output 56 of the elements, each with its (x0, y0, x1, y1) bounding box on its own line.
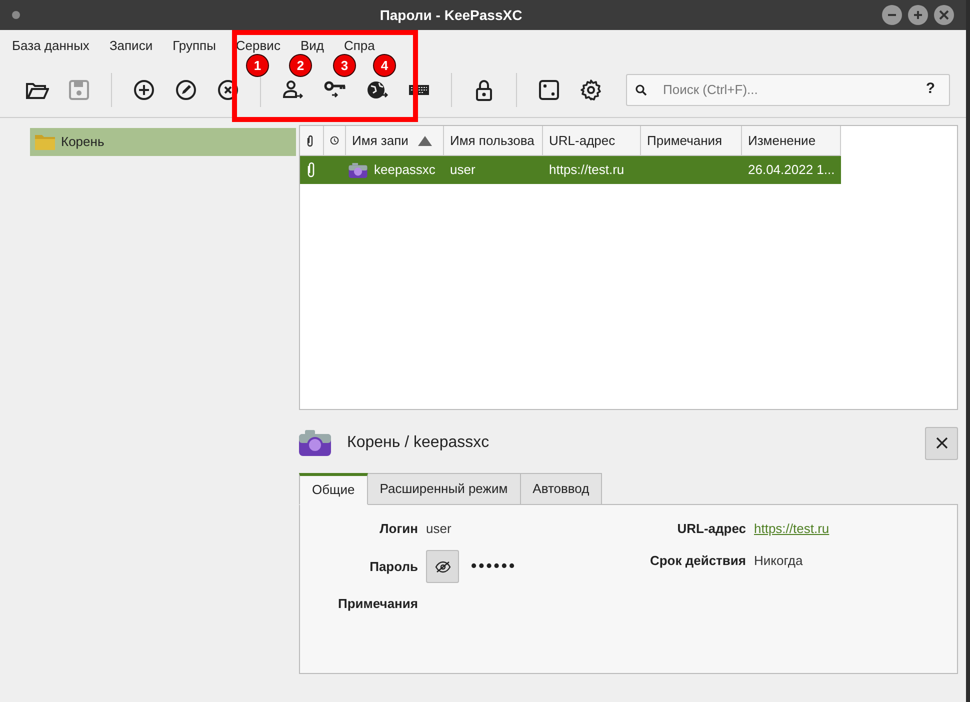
menu-item[interactable]: Спра (344, 35, 375, 57)
field-label: URL-адрес (676, 520, 746, 538)
column-header[interactable]: Изменение (742, 126, 841, 156)
minimize-icon (887, 14, 897, 16)
camera-icon (348, 162, 368, 178)
number-badge: 2 (289, 54, 312, 77)
menu-item[interactable]: База данных (12, 35, 90, 57)
menu-item[interactable]: Записи (109, 35, 153, 57)
search-field[interactable]: Поиск (Ctrl+F)... ? (626, 74, 950, 106)
table-row[interactable]: keepassxc user https://test.ru 26.04.2022 1... (300, 156, 841, 184)
column-header[interactable] (300, 126, 324, 156)
menu-item[interactable]: Вид (300, 35, 324, 57)
clock-icon (330, 135, 339, 146)
menu-item[interactable]: Группы (172, 35, 216, 57)
help-button[interactable]: ? (926, 78, 941, 101)
eye-slash-icon (434, 560, 450, 572)
plus-icon (914, 11, 922, 19)
password-value: •••••• (471, 556, 517, 576)
window-menu-icon[interactable] (12, 11, 20, 19)
field-value: user (426, 520, 452, 538)
maximize-button[interactable] (908, 5, 928, 25)
column-header[interactable]: Примечания (641, 126, 742, 156)
group-item[interactable]: Корень (30, 128, 296, 156)
number-badge: 1 (246, 54, 269, 77)
field-label: Логин (378, 520, 418, 538)
url-link[interactable]: https://test.ru (754, 519, 830, 539)
window-title: Пароли - KeePassXC (380, 6, 522, 25)
search-icon (635, 84, 647, 96)
table-cell-text: 26.04.2022 1... (748, 161, 835, 180)
number-badge: 3 (333, 54, 356, 77)
paperclip-icon (306, 134, 314, 146)
camera-icon (299, 430, 331, 456)
number-badge: 4 (373, 54, 396, 77)
tab[interactable]: Общие (299, 473, 368, 505)
column-header[interactable]: Имя пользова (444, 126, 543, 156)
field-label: Пароль (368, 558, 418, 576)
field-label: Примечания (336, 595, 418, 614)
toggle-visibility-button[interactable] (426, 550, 459, 583)
table-cell-text: user (450, 161, 476, 180)
close-button[interactable] (925, 426, 958, 460)
field-value: Никогда (754, 552, 803, 570)
column-header[interactable]: URL-адрес (543, 126, 641, 156)
table-cell-text: https://test.ru (549, 161, 624, 180)
column-header[interactable]: Имя запи (346, 126, 444, 156)
minimize-button[interactable] (882, 5, 902, 25)
table-cell-text: keepassxc (374, 161, 436, 180)
group-label: Корень (61, 133, 104, 152)
tab[interactable]: Автоввод (520, 473, 602, 505)
menu-item[interactable]: Сервис (236, 35, 280, 57)
column-header[interactable] (324, 126, 346, 156)
field-label: Срок действия (648, 552, 746, 570)
tab[interactable]: Расширенный режим (366, 473, 521, 505)
close-icon (936, 437, 948, 449)
close-icon (939, 10, 949, 20)
folder-icon (35, 134, 55, 150)
entry-path: Корень / keepassxc (347, 433, 490, 453)
